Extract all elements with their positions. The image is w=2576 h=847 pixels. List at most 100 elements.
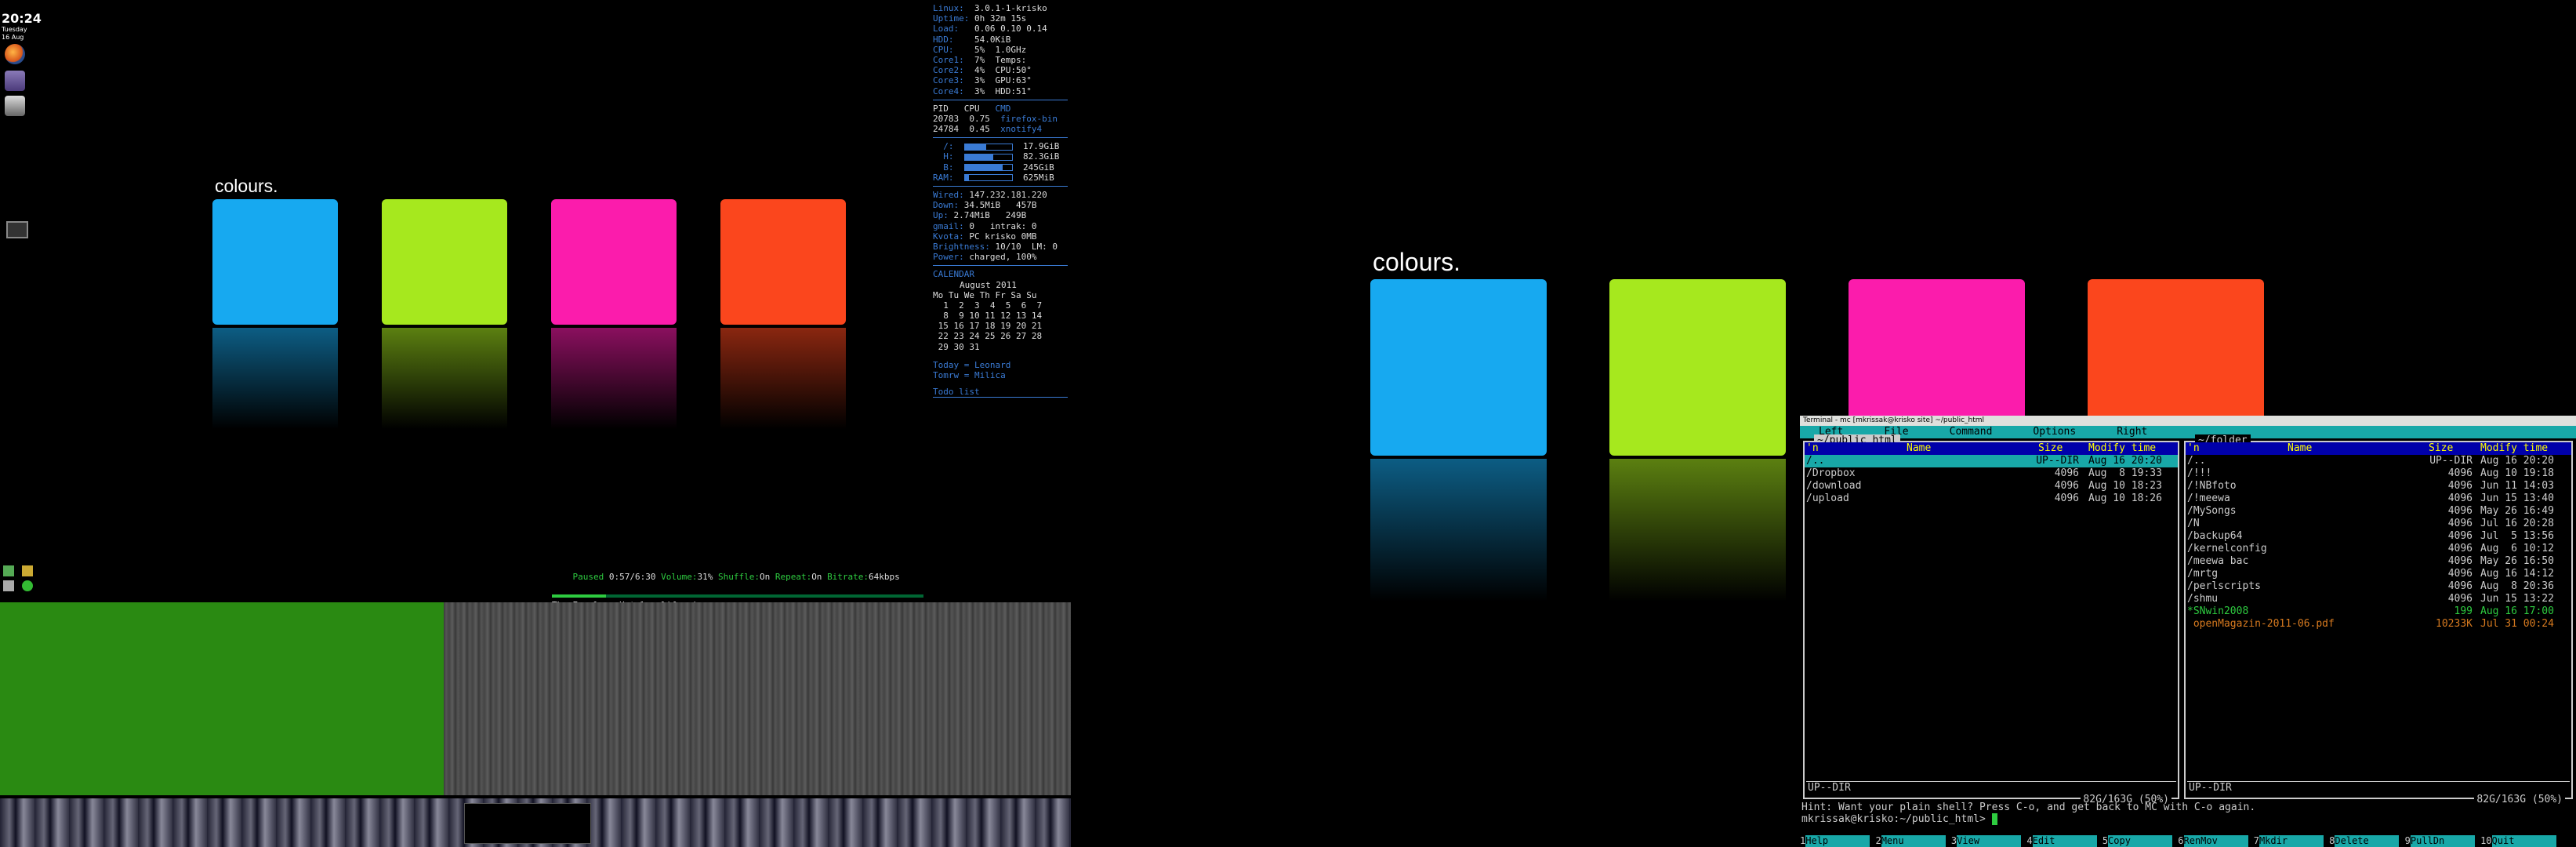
file-row[interactable]: /.. UP--DIR Aug 16 20:20 bbox=[2186, 455, 2571, 467]
file-row[interactable]: /Dropbox 4096 Aug 8 19:33 bbox=[1805, 467, 2178, 480]
calendar-week: 29 30 31 bbox=[933, 341, 980, 352]
conky-proc-header: PID CPU CMD bbox=[933, 103, 1011, 114]
firefox-icon[interactable] bbox=[5, 44, 25, 64]
calendar-week: 8 9 10 11 12 13 14 bbox=[933, 311, 1043, 322]
left-panel-header: 'n Name Size Modify time bbox=[1805, 442, 2178, 455]
file-row[interactable]: /!meewa 4096 Jun 15 13:40 bbox=[2186, 493, 2571, 505]
file-row[interactable]: /download 4096 Aug 10 18:23 bbox=[1805, 480, 2178, 493]
file-row[interactable]: /mrtg 4096 Aug 16 14:12 bbox=[2186, 568, 2571, 580]
colour-square bbox=[1609, 279, 1786, 456]
app-icon[interactable] bbox=[5, 71, 25, 91]
file-row[interactable]: /shmu 4096 Jun 15 13:22 bbox=[2186, 593, 2571, 605]
fkey-number: 9 bbox=[2399, 835, 2411, 846]
fkey-menu[interactable]: Menu bbox=[1881, 835, 1946, 847]
conky-system-info: Linux: 3.0.1-1-krisko Uptime: 0h 32m 15s L… bbox=[933, 3, 1068, 96]
today-name: Today = Leonard bbox=[933, 359, 1011, 370]
calendar-month: August 2011 bbox=[960, 279, 1017, 290]
colour-square bbox=[212, 199, 338, 325]
file-row[interactable]: /upload 4096 Aug 10 18:26 bbox=[1805, 493, 2178, 505]
fkey-number: 8 bbox=[2323, 835, 2335, 846]
conky-proc-row: 20783 0.75 firefox-bin bbox=[933, 113, 1058, 124]
clock-time: 20:24 bbox=[2, 11, 42, 26]
avatar-icon[interactable] bbox=[5, 96, 25, 116]
terminal-titlebar[interactable]: Terminal - mc [mkrissak@krisko site] ~/p… bbox=[1800, 416, 2576, 426]
menu-right[interactable]: Right bbox=[2098, 426, 2169, 438]
colour-reflection bbox=[720, 328, 846, 447]
colour-square bbox=[382, 199, 507, 325]
calendar-label: CALENDAR bbox=[933, 269, 974, 280]
terminal-icon[interactable] bbox=[6, 221, 28, 238]
conky-net-line: Up: 2.74MiB 249B bbox=[933, 210, 1027, 221]
left-panel-status: UP--DIR bbox=[1806, 781, 2176, 794]
colour-square bbox=[1370, 279, 1547, 456]
file-row[interactable]: openMagazin-2011-06.pdf 10233K Jul 31 00:2… bbox=[2186, 618, 2571, 631]
shell-prompt[interactable]: mkrissak@krisko:~/public_html> bbox=[1801, 813, 1998, 825]
disk-usage-bar bbox=[963, 164, 1013, 172]
right-panel-status: UP--DIR bbox=[2187, 781, 2570, 794]
calendar-week: 22 23 24 25 26 27 28 bbox=[933, 331, 1043, 342]
clock-date: 16 Aug bbox=[2, 34, 24, 41]
calendar-weeks: 1 2 3 4 5 6 7 8 9 10 11 12 13 14 15 16 1… bbox=[933, 300, 1068, 352]
file-row[interactable]: /!NBfoto 4096 Jun 11 14:03 bbox=[2186, 480, 2571, 493]
fkey-edit[interactable]: Edit bbox=[2032, 835, 2097, 847]
conky-panel: Linux: 3.0.1-1-krisko Uptime: 0h 32m 15s L… bbox=[933, 3, 1068, 398]
fkey-delete[interactable]: Delete bbox=[2335, 835, 2400, 847]
file-row[interactable]: /kernelconfig 4096 Aug 6 10:12 bbox=[2186, 543, 2571, 555]
colour-reflection bbox=[212, 328, 338, 447]
menu-options[interactable]: Options bbox=[2014, 426, 2098, 438]
fkey-help[interactable]: Help bbox=[1805, 835, 1870, 847]
conky-line: Load: 0.06 0.10 0.14 bbox=[933, 24, 1047, 35]
file-row[interactable]: /backup64 4096 Jul 5 13:56 bbox=[2186, 530, 2571, 543]
tray-icons[interactable] bbox=[3, 565, 34, 596]
small-window[interactable] bbox=[464, 803, 591, 844]
colour-square bbox=[551, 199, 677, 325]
fkey-quit[interactable]: Quit bbox=[2491, 835, 2556, 847]
conky-net-line: Wired: 147.232.181.220 bbox=[933, 190, 1047, 200]
conky-line: Linux: 3.0.1-1-krisko bbox=[933, 3, 1047, 13]
file-row[interactable]: /perlscripts 4096 Aug 8 20:36 bbox=[2186, 580, 2571, 593]
file-row[interactable]: /MySongs 4096 May 26 16:49 bbox=[2186, 505, 2571, 518]
music-progress[interactable] bbox=[552, 594, 923, 598]
colour-reflection bbox=[1609, 459, 1786, 627]
calendar-week: 15 16 17 18 19 20 21 bbox=[933, 321, 1043, 332]
conky-disk: /: 17.9GiB bbox=[933, 141, 1060, 152]
fkey-mkdir[interactable]: Mkdir bbox=[2259, 835, 2324, 847]
file-row[interactable]: /.. UP--DIR Aug 16 20:20 bbox=[1805, 455, 2178, 467]
mc-menubar: Left File Command Options Right bbox=[1800, 426, 2576, 438]
right-panel-free: 82G/163G (50%) bbox=[2474, 794, 2565, 805]
wallpaper-title-right: colours. bbox=[1373, 248, 1461, 276]
mc-terminal-window[interactable]: Terminal - mc [mkrissak@krisko site] ~/p… bbox=[1800, 416, 2576, 847]
conky-line: Core2: 4% CPU:50° bbox=[933, 65, 1032, 76]
file-row[interactable]: /meewa bac 4096 May 26 16:50 bbox=[2186, 555, 2571, 568]
fkey-number: 2 bbox=[1870, 835, 1881, 846]
fkey-copy[interactable]: Copy bbox=[2108, 835, 2173, 847]
conky-network: Wired: 147.232.181.220 Down: 34.5MiB 457B… bbox=[933, 190, 1068, 262]
disk-usage-bar bbox=[963, 174, 1013, 182]
conky-disk: B: 245GiB bbox=[933, 162, 1054, 173]
fkey-renmov[interactable]: RenMov bbox=[2183, 835, 2248, 847]
left-panel[interactable]: ~/public_html 'n Name Size Modify time /.. U… bbox=[1803, 434, 2179, 805]
right-panel[interactable]: ~/folder 'n Name Size Modify time /.. UP--DI… bbox=[2184, 434, 2573, 805]
conky-line: Core1: 7% Temps: bbox=[933, 54, 1027, 65]
conky-proc-row: 24784 0.45 xnotify4 bbox=[933, 124, 1043, 135]
file-row[interactable]: /!!! 4096 Aug 10 19:18 bbox=[2186, 467, 2571, 480]
menu-command[interactable]: Command bbox=[1931, 426, 2015, 438]
fkey-number: 7 bbox=[2248, 835, 2259, 846]
green-window[interactable] bbox=[0, 602, 444, 795]
fkey-number: 5 bbox=[2096, 835, 2109, 846]
mc-function-keys: 1Help 2Menu 3View 4Edit 5Copy 6RenMov 7M… bbox=[1800, 835, 2576, 847]
conky-line: CPU: 5% 1.0GHz bbox=[933, 44, 1027, 55]
clock-day: Tuesday bbox=[2, 26, 27, 33]
colour-reflection bbox=[551, 328, 677, 447]
fkey-pulldn[interactable]: PullDn bbox=[2410, 835, 2475, 847]
fkey-number: 4 bbox=[2021, 835, 2033, 846]
fkey-view[interactable]: View bbox=[1957, 835, 2022, 847]
conky-line: Core3: 3% GPU:63° bbox=[933, 75, 1032, 86]
conky-disks: /: 17.9GiB H: 82.3GiB B: 245GiB RAM: 625M… bbox=[933, 141, 1068, 183]
conky-net-line: Kvota: PC krisko 0MB bbox=[933, 231, 1037, 242]
mc-hint: Hint: Want your plain shell? Press C-o, … bbox=[1801, 802, 2256, 813]
file-row[interactable]: *SNwin2008 199 Aug 16 17:00 bbox=[2186, 605, 2571, 618]
video-window[interactable] bbox=[444, 602, 1071, 795]
file-row[interactable]: /N 4096 Jul 16 20:28 bbox=[2186, 518, 2571, 530]
music-state: Paused bbox=[572, 572, 604, 582]
